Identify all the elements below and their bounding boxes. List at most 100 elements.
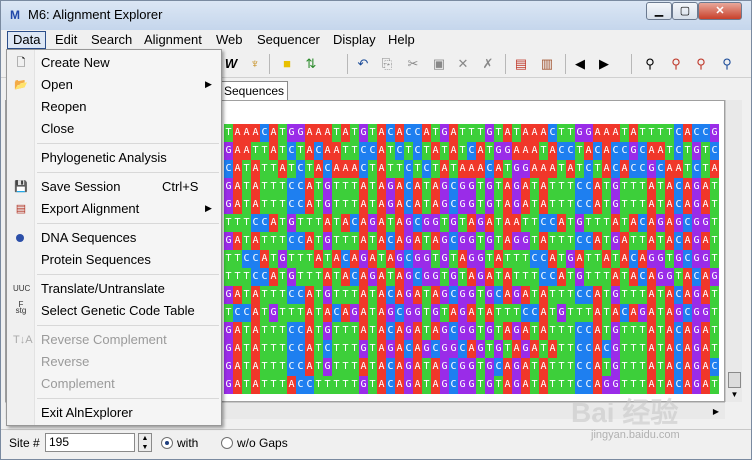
nucleotide-cell[interactable]: G <box>323 196 332 214</box>
menu-item-create-new[interactable]: 🗋 Create New <box>7 52 221 74</box>
nucleotide-cell[interactable]: T <box>350 340 359 358</box>
nucleotide-cell[interactable]: A <box>683 322 692 340</box>
nucleotide-cell[interactable]: C <box>296 376 305 394</box>
nucleotide-cell[interactable]: G <box>368 214 377 232</box>
nucleotide-cell[interactable]: G <box>512 160 521 178</box>
nucleotide-cell[interactable]: G <box>692 142 701 160</box>
nucleotide-cell[interactable]: A <box>395 322 404 340</box>
nucleotide-cell[interactable]: C <box>710 358 719 376</box>
nucleotide-cell[interactable]: C <box>386 376 395 394</box>
nucleotide-cell[interactable]: T <box>530 376 539 394</box>
nucleotide-cell[interactable]: T <box>548 196 557 214</box>
nucleotide-cell[interactable]: A <box>503 232 512 250</box>
nucleotide-cell[interactable]: T <box>269 340 278 358</box>
find-next-icon[interactable]: ⚲ <box>691 54 711 74</box>
nucleotide-cell[interactable]: A <box>395 358 404 376</box>
nucleotide-cell[interactable]: T <box>350 232 359 250</box>
nucleotide-cell[interactable]: C <box>287 358 296 376</box>
nucleotide-cell[interactable]: G <box>647 160 656 178</box>
nucleotide-cell[interactable]: G <box>413 250 422 268</box>
nucleotide-cell[interactable]: T <box>260 286 269 304</box>
nucleotide-cell[interactable]: T <box>233 250 242 268</box>
nucleotide-cell[interactable]: G <box>458 322 467 340</box>
nucleotide-cell[interactable]: G <box>278 250 287 268</box>
nucleotide-cell[interactable]: G <box>467 286 476 304</box>
nucleotide-cell[interactable]: T <box>269 196 278 214</box>
nucleotide-cell[interactable]: T <box>485 250 494 268</box>
nucleotide-cell[interactable]: T <box>620 268 629 286</box>
nucleotide-cell[interactable]: A <box>305 322 314 340</box>
nucleotide-cell[interactable]: C <box>458 340 467 358</box>
nucleotide-cell[interactable]: T <box>422 286 431 304</box>
nucleotide-cell[interactable]: T <box>278 232 287 250</box>
nucleotide-cell[interactable]: A <box>395 214 404 232</box>
sequence-row[interactable]: GATATTTCCATCTTTGTAGACAGCGGCAGTGTAGATATTC… <box>224 340 719 358</box>
paste-icon[interactable]: ▣ <box>429 54 449 74</box>
nucleotide-cell[interactable]: C <box>539 214 548 232</box>
nucleotide-cell[interactable]: G <box>521 160 530 178</box>
nucleotide-cell[interactable]: G <box>485 232 494 250</box>
nucleotide-cell[interactable]: T <box>629 178 638 196</box>
nucleotide-cell[interactable]: T <box>314 376 323 394</box>
nucleotide-cell[interactable]: A <box>242 124 251 142</box>
nucleotide-cell[interactable]: T <box>629 322 638 340</box>
nucleotide-cell[interactable]: T <box>260 232 269 250</box>
nucleotide-cell[interactable]: C <box>575 232 584 250</box>
nucleotide-cell[interactable]: G <box>449 214 458 232</box>
nucleotide-cell[interactable]: A <box>431 196 440 214</box>
nucleotide-cell[interactable]: T <box>332 340 341 358</box>
nucleotide-cell[interactable]: T <box>305 250 314 268</box>
nucleotide-cell[interactable]: A <box>413 196 422 214</box>
nucleotide-cell[interactable]: G <box>323 286 332 304</box>
nucleotide-cell[interactable]: G <box>692 376 701 394</box>
nucleotide-cell[interactable]: A <box>503 358 512 376</box>
nucleotide-cell[interactable]: G <box>692 232 701 250</box>
nucleotide-cell[interactable]: G <box>386 340 395 358</box>
nucleotide-cell[interactable]: C <box>611 142 620 160</box>
nucleotide-cell[interactable]: A <box>233 358 242 376</box>
nucleotide-cell[interactable]: A <box>359 214 368 232</box>
nucleotide-cell[interactable]: G <box>458 178 467 196</box>
nucleotide-cell[interactable]: C <box>629 250 638 268</box>
nucleotide-cell[interactable]: T <box>260 304 269 322</box>
nucleotide-cell[interactable]: T <box>224 124 233 142</box>
nucleotide-cell[interactable]: T <box>260 358 269 376</box>
nucleotide-cell[interactable]: T <box>557 196 566 214</box>
nucleotide-cell[interactable]: T <box>710 214 719 232</box>
nucleotide-cell[interactable]: T <box>422 196 431 214</box>
nucleotide-cell[interactable]: C <box>404 124 413 142</box>
nucleotide-cell[interactable]: A <box>305 178 314 196</box>
nucleotide-cell[interactable]: C <box>341 250 350 268</box>
nucleotide-cell[interactable]: T <box>242 214 251 232</box>
nucleotide-cell[interactable]: T <box>530 322 539 340</box>
nucleotide-cell[interactable]: G <box>404 376 413 394</box>
nucleotide-cell[interactable]: A <box>341 268 350 286</box>
nucleotide-cell[interactable]: T <box>566 322 575 340</box>
nucleotide-cell[interactable]: A <box>593 286 602 304</box>
tab-sequences[interactable]: Sequences <box>220 81 288 100</box>
menu-item-open[interactable]: 📂 Open ▶ <box>7 74 221 96</box>
nucleotide-cell[interactable]: T <box>476 196 485 214</box>
nucleotide-cell[interactable]: G <box>674 250 683 268</box>
nucleotide-cell[interactable]: A <box>503 322 512 340</box>
nucleotide-cell[interactable]: A <box>305 358 314 376</box>
nucleotide-cell[interactable]: T <box>332 124 341 142</box>
nucleotide-cell[interactable]: C <box>575 358 584 376</box>
nucleotide-cell[interactable]: C <box>674 358 683 376</box>
nucleotide-cell[interactable]: A <box>665 322 674 340</box>
scroll-right-icon[interactable]: ▶ <box>709 403 723 420</box>
nucleotide-cell[interactable]: A <box>431 286 440 304</box>
nucleotide-cell[interactable]: T <box>638 124 647 142</box>
nucleotide-cell[interactable]: T <box>656 232 665 250</box>
nucleotide-cell[interactable]: C <box>521 304 530 322</box>
nucleotide-cell[interactable]: G <box>611 178 620 196</box>
nucleotide-cell[interactable]: T <box>332 196 341 214</box>
nucleotide-cell[interactable]: A <box>467 160 476 178</box>
nucleotide-cell[interactable]: T <box>575 160 584 178</box>
nucleotide-cell[interactable]: G <box>449 268 458 286</box>
nucleotide-cell[interactable]: G <box>404 214 413 232</box>
nucleotide-cell[interactable]: T <box>548 304 557 322</box>
nucleotide-cell[interactable]: A <box>332 250 341 268</box>
nucleotide-cell[interactable]: A <box>539 196 548 214</box>
nucleotide-cell[interactable]: C <box>404 178 413 196</box>
